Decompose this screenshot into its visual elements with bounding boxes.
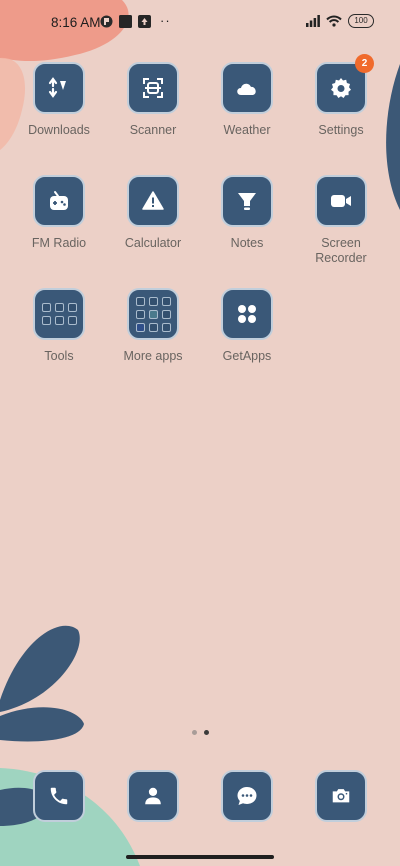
video-camera-icon <box>315 175 367 227</box>
app-label: Calculator <box>124 236 182 250</box>
app-label: GetApps <box>222 349 272 363</box>
app-label: FM Radio <box>31 236 87 250</box>
app-weather[interactable]: Weather <box>200 62 294 138</box>
page-dot-1[interactable] <box>191 730 197 735</box>
battery-indicator: 100 <box>348 14 374 28</box>
notification-badge: 2 <box>355 54 374 73</box>
app-label: Tools <box>44 349 74 363</box>
folder-app-grid <box>41 303 77 325</box>
wifi-icon <box>326 15 342 27</box>
radio-icon <box>33 175 85 227</box>
status-right: 100 <box>306 14 374 28</box>
phone-icon <box>33 770 85 822</box>
app-scanner[interactable]: Scanner <box>106 62 200 138</box>
page-indicator <box>0 730 400 735</box>
app-screen-recorder[interactable]: Screen Recorder <box>294 175 388 266</box>
app-label: Scanner <box>129 123 177 137</box>
weather-icon <box>221 62 273 114</box>
notification-square-icon <box>119 15 132 28</box>
folder-app-grid <box>135 296 171 332</box>
folder-icon <box>33 288 85 340</box>
app-label: Screen Recorder <box>315 236 367 265</box>
calculator-icon <box>127 175 179 227</box>
dock-phone[interactable] <box>12 770 106 822</box>
app-label: Weather <box>223 123 271 137</box>
status-bar: 8:16 AM ·· 100 <box>0 0 400 44</box>
signal-icon <box>306 15 320 27</box>
navy-leaf-top-right <box>386 64 400 210</box>
downloads-icon <box>33 62 85 114</box>
folder-icon <box>127 288 179 340</box>
page-dot-2[interactable] <box>203 730 209 735</box>
scanner-icon <box>127 62 179 114</box>
app-calculator[interactable]: Calculator <box>106 175 200 251</box>
notification-app-icon <box>100 15 113 28</box>
gear-icon: 2 <box>315 54 374 114</box>
home-indicator[interactable] <box>126 855 274 859</box>
dock-contacts[interactable] <box>106 770 200 822</box>
app-notes[interactable]: Notes <box>200 175 294 251</box>
app-label: More apps <box>123 349 183 363</box>
app-getapps[interactable]: GetApps <box>200 288 294 364</box>
more-notifications-icon: ·· <box>160 13 171 28</box>
dock-camera[interactable] <box>294 770 388 822</box>
app-fm-radio[interactable]: FM Radio <box>12 175 106 251</box>
app-settings[interactable]: 2 Settings <box>294 54 388 138</box>
app-downloads[interactable]: Downloads <box>12 62 106 138</box>
message-icon <box>221 770 273 822</box>
notification-upload-icon <box>138 15 151 28</box>
notes-icon <box>221 175 273 227</box>
navy-leaf-bottom-left-1 <box>0 625 80 712</box>
folder-tools[interactable]: Tools <box>12 288 106 364</box>
app-label: Notes <box>230 236 264 250</box>
folder-more-apps[interactable]: More apps <box>106 288 200 364</box>
dock-messages[interactable] <box>200 770 294 822</box>
app-label: Settings <box>318 123 364 137</box>
camera-icon <box>315 770 367 822</box>
getapps-icon <box>221 288 273 340</box>
app-label: Downloads <box>28 123 90 137</box>
navy-leaf-bottom-left-2 <box>0 707 84 742</box>
contacts-icon <box>127 770 179 822</box>
status-time: 8:16 AM <box>51 15 101 30</box>
